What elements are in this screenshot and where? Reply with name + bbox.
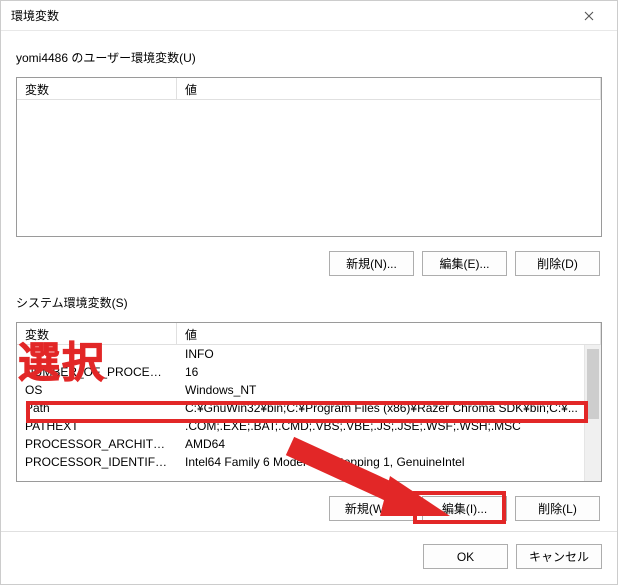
- cell-value: INFO: [177, 345, 601, 363]
- system-new-button[interactable]: 新規(W)...: [329, 496, 414, 521]
- table-row[interactable]: PROCESSOR_IDENTIFIERIntel64 Family 6 Mod…: [17, 453, 601, 471]
- cell-variable: [17, 345, 177, 363]
- close-icon: [584, 8, 594, 24]
- table-row[interactable]: PROCESSOR_ARCHITECTUREAMD64: [17, 435, 601, 453]
- scrollbar-thumb[interactable]: [587, 349, 599, 419]
- user-edit-button[interactable]: 編集(E)...: [422, 251, 507, 276]
- user-vars-listview[interactable]: 変数 値: [16, 77, 602, 237]
- cell-value: Intel64 Family 6 Model 154 Stepping 1, G…: [177, 453, 601, 471]
- user-delete-button[interactable]: 削除(D): [515, 251, 600, 276]
- titlebar: 環境変数: [1, 1, 617, 31]
- listview-header: 変数 値: [17, 323, 601, 345]
- table-row[interactable]: NUMBER_OF_PROCESSORS16: [17, 363, 601, 381]
- dialog-body: yomi4486 のユーザー環境変数(U) 変数 値 新規(N)... 編集(E…: [1, 31, 617, 531]
- col-header-value[interactable]: 値: [177, 78, 601, 99]
- system-vars-body: INFONUMBER_OF_PROCESSORS16OSWindows_NTPa…: [17, 345, 601, 481]
- user-new-button[interactable]: 新規(N)...: [329, 251, 414, 276]
- cell-variable: OS: [17, 381, 177, 399]
- cell-variable: PROCESSOR_ARCHITECTURE: [17, 435, 177, 453]
- system-delete-button[interactable]: 削除(L): [515, 496, 600, 521]
- cell-value: 16: [177, 363, 601, 381]
- system-vars-buttons: 新規(W)... 編集(I)... 削除(L): [16, 496, 600, 521]
- col-header-variable[interactable]: 変数: [17, 323, 177, 344]
- cell-value: .COM;.EXE;.BAT;.CMD;.VBS;.VBE;.JS;.JSE;.…: [177, 417, 601, 435]
- system-vars-listview[interactable]: 変数 値 INFONUMBER_OF_PROCESSORS16OSWindows…: [16, 322, 602, 482]
- env-vars-dialog: 環境変数 yomi4486 のユーザー環境変数(U) 変数 値 新規(N)...…: [0, 0, 618, 585]
- window-title: 環境変数: [11, 7, 59, 24]
- cell-value: C:¥GnuWin32¥bin;C:¥Program Files (x86)¥R…: [177, 399, 601, 417]
- cancel-button[interactable]: キャンセル: [516, 544, 602, 569]
- dialog-footer: OK キャンセル: [1, 531, 617, 584]
- user-vars-buttons: 新規(N)... 編集(E)... 削除(D): [16, 251, 600, 276]
- scrollbar-track[interactable]: [584, 345, 601, 481]
- table-row[interactable]: PathC:¥GnuWin32¥bin;C:¥Program Files (x8…: [17, 399, 601, 417]
- system-vars-label: システム環境変数(S): [16, 294, 602, 311]
- table-row[interactable]: INFO: [17, 345, 601, 363]
- cell-value: AMD64: [177, 435, 601, 453]
- col-header-variable[interactable]: 変数: [17, 78, 177, 99]
- system-edit-button[interactable]: 編集(I)...: [422, 496, 507, 521]
- cell-variable: PATHEXT: [17, 417, 177, 435]
- cell-variable: PROCESSOR_IDENTIFIER: [17, 453, 177, 471]
- cell-value: Windows_NT: [177, 381, 601, 399]
- cell-variable: NUMBER_OF_PROCESSORS: [17, 363, 177, 381]
- cell-variable: Path: [17, 399, 177, 417]
- user-vars-body: [17, 100, 601, 236]
- ok-button[interactable]: OK: [423, 544, 508, 569]
- listview-header: 変数 値: [17, 78, 601, 100]
- user-vars-label: yomi4486 のユーザー環境変数(U): [16, 49, 602, 66]
- table-row[interactable]: PATHEXT.COM;.EXE;.BAT;.CMD;.VBS;.VBE;.JS…: [17, 417, 601, 435]
- table-row[interactable]: OSWindows_NT: [17, 381, 601, 399]
- col-header-value[interactable]: 値: [177, 323, 601, 344]
- close-button[interactable]: [569, 2, 609, 30]
